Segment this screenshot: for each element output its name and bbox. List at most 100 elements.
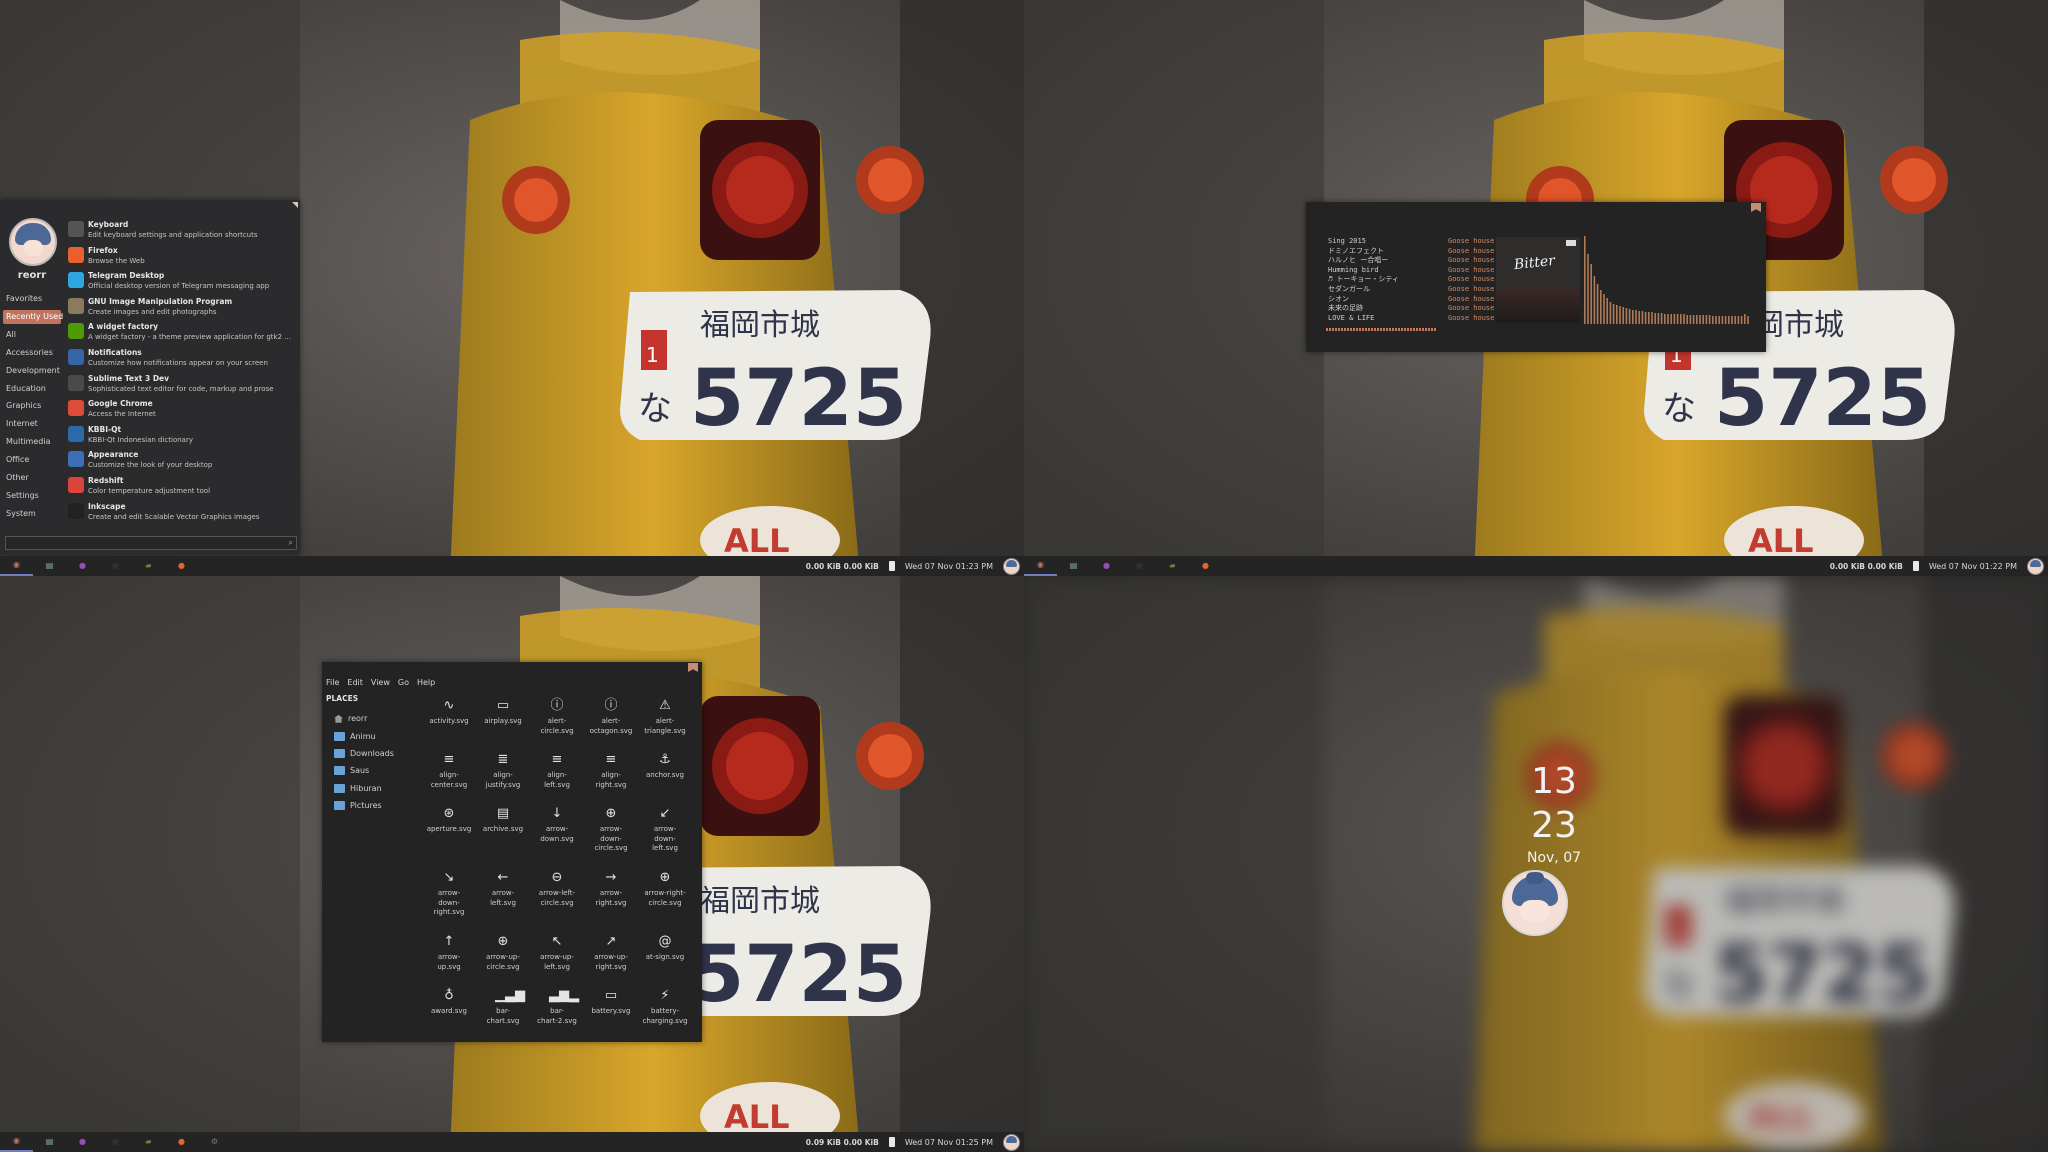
taskbar-launcher[interactable]: ▣ [99,556,132,576]
category-item[interactable]: Graphics [0,397,64,415]
file-item[interactable]: ← arrow- left.svg [476,870,530,934]
lockscreen-avatar[interactable] [1502,870,1568,936]
taskbar-launcher[interactable]: ◉ [1024,556,1057,576]
category-item[interactable]: Accessories [0,344,64,362]
menu-corner-handle[interactable] [292,202,298,208]
category-item[interactable]: Education [0,380,64,398]
file-item[interactable]: ↘ arrow- down- right.svg [422,870,476,934]
avatar[interactable] [9,218,57,266]
file-item[interactable]: ≡ align- center.svg [422,752,476,806]
file-item[interactable]: ↖ arrow-up- left.svg [530,934,584,988]
taskbar-launcher[interactable]: ● [1090,556,1123,576]
user-avatar[interactable] [1003,557,1020,575]
file-item[interactable]: ↙ arrow- down- left.svg [638,806,692,870]
app-item[interactable]: Notifications Customize how notifications… [68,348,298,374]
app-item[interactable]: A widget factory A widget factory - a the… [68,322,298,348]
app-item[interactable]: Inkscape Create and edit Scalable Vector … [68,502,298,528]
clock-text[interactable]: Wed 07 Nov 01:22 PM [1929,562,2017,571]
app-item[interactable]: Keyboard Edit keyboard settings and appli… [68,220,298,246]
taskbar-launcher[interactable]: ● [66,1132,99,1152]
app-item[interactable]: Firefox Browse the Web [68,246,298,272]
app-item[interactable]: Sublime Text 3 Dev Sophisticated text edi… [68,374,298,400]
category-item[interactable]: Other [0,469,64,487]
app-item[interactable]: Redshift Color temperature adjustment too… [68,476,298,502]
file-item[interactable]: ⚡ battery- charging.svg [638,988,692,1042]
taskbar-launcher[interactable]: ▤ [33,556,66,576]
place-item[interactable]: Downloads [334,745,394,762]
menu-edit[interactable]: Edit [347,678,363,687]
app-item[interactable]: Google Chrome Access the Internet [68,399,298,425]
file-item[interactable]: ↓ arrow- down.svg [530,806,584,870]
file-item[interactable]: @ at-sign.svg [638,934,692,988]
file-item[interactable]: ⊕ arrow-right- circle.svg [638,870,692,934]
file-item[interactable]: ≡ align- right.svg [584,752,638,806]
app-item[interactable]: KBBI-Qt KBBI-Qt Indonesian dictionary [68,425,298,451]
file-item[interactable]: ∿ activity.svg [422,698,476,752]
category-item[interactable]: Office [0,451,64,469]
taskbar-launcher[interactable]: ⚙ [198,1132,231,1152]
track-title[interactable]: ドミノエフェクト [1328,247,1399,257]
track-title[interactable]: Humming bird [1328,266,1399,276]
battery-icon[interactable] [1912,561,1919,571]
bookmark-icon[interactable] [688,663,698,672]
track-title[interactable]: 未来の足跡 [1328,304,1399,314]
clock-text[interactable]: Wed 07 Nov 01:23 PM [905,562,993,571]
place-item[interactable]: Hiburan [334,780,394,797]
battery-icon[interactable] [888,1137,895,1147]
track-title[interactable]: Sing 2015 [1328,237,1399,247]
category-item[interactable]: Recently Used [3,309,63,324]
track-title[interactable]: LOVE & LIFE [1328,314,1399,324]
track-title[interactable]: ハルノヒ ー合唱ー [1328,256,1399,266]
file-item[interactable]: ⊕ arrow- down- circle.svg [584,806,638,870]
menu-view[interactable]: View [371,678,390,687]
file-item[interactable]: ▁▃▆ bar- chart.svg [476,988,530,1042]
file-item[interactable]: ⓘ alert- circle.svg [530,698,584,752]
taskbar-launcher[interactable]: ▤ [33,1132,66,1152]
taskbar-launcher[interactable]: ▰ [1156,556,1189,576]
track-title[interactable]: ♬ トーキョー・シティ [1328,275,1399,285]
category-item[interactable]: Development [0,362,64,380]
file-item[interactable]: ⊛ aperture.svg [422,806,476,870]
app-item[interactable]: Appearance Customize the look of your des… [68,450,298,476]
menu-help[interactable]: Help [417,678,435,687]
track-title[interactable]: セダンガール [1328,285,1399,295]
taskbar-launcher[interactable]: ▰ [132,1132,165,1152]
taskbar-launcher[interactable]: ▤ [1057,556,1090,576]
taskbar-launcher[interactable]: ◉ [0,1132,33,1152]
taskbar-launcher[interactable]: ● [165,556,198,576]
taskbar-launcher[interactable]: ● [165,1132,198,1152]
taskbar-launcher[interactable]: ● [1189,556,1222,576]
user-avatar[interactable] [1003,1133,1020,1151]
file-item[interactable]: ⓘ alert- octagon.svg [584,698,638,752]
app-item[interactable]: Telegram Desktop Official desktop version… [68,271,298,297]
file-item[interactable]: ▃▆▂ bar- chart-2.svg [530,988,584,1042]
category-item[interactable]: System [0,505,64,523]
file-item[interactable]: ≡ align- left.svg [530,752,584,806]
track-title[interactable]: シオン [1328,295,1399,305]
place-item[interactable]: Saus [334,762,394,779]
category-item[interactable]: Settings [0,487,64,505]
taskbar-launcher[interactable]: ▰ [132,556,165,576]
file-item[interactable]: ⊕ arrow-up- circle.svg [476,934,530,988]
taskbar-launcher[interactable]: ▣ [99,1132,132,1152]
taskbar-launcher[interactable]: ◉ [0,556,33,576]
category-item[interactable]: Internet [0,415,64,433]
file-item[interactable]: ↑ arrow- up.svg [422,934,476,988]
file-item[interactable]: → arrow- right.svg [584,870,638,934]
file-item[interactable]: ⊖ arrow-left- circle.svg [530,870,584,934]
category-item[interactable]: All [0,326,64,344]
file-item[interactable]: ▭ battery.svg [584,988,638,1042]
category-item[interactable]: Multimedia [0,433,64,451]
file-item[interactable]: ▤ archive.svg [476,806,530,870]
file-item[interactable]: ⚓ anchor.svg [638,752,692,806]
place-item[interactable]: Animu [334,727,394,744]
file-item[interactable]: ≣ align- justify.svg [476,752,530,806]
file-item[interactable]: ↗ arrow-up- right.svg [584,934,638,988]
menu-search-input[interactable]: ⌕ [5,536,297,550]
file-item[interactable]: ⚠ alert- triangle.svg [638,698,692,752]
place-item[interactable]: Pictures [334,797,394,814]
taskbar-launcher[interactable]: ● [66,556,99,576]
user-avatar[interactable] [2027,557,2044,575]
menu-file[interactable]: File [326,678,339,687]
category-item[interactable]: Favorites [0,290,64,308]
